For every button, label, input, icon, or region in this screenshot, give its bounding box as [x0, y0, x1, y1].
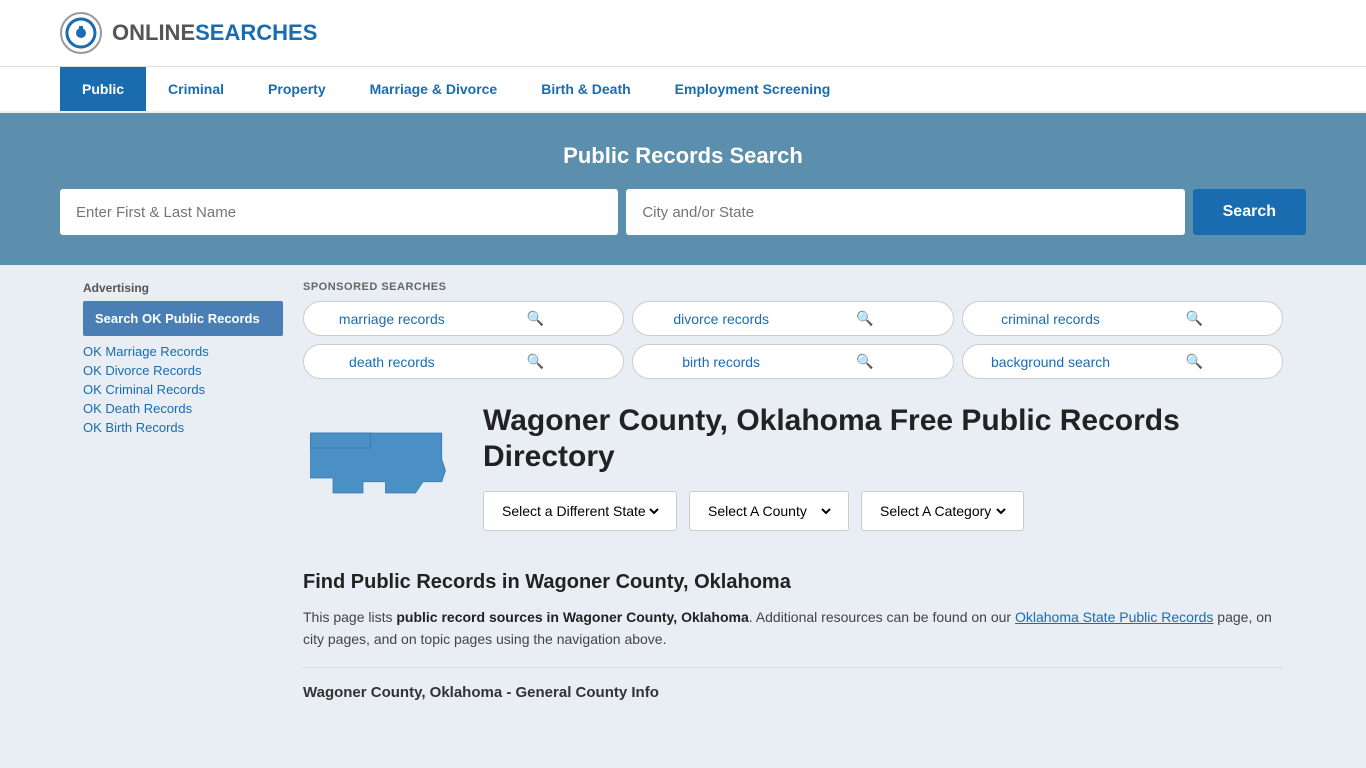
category-select[interactable]: Select A Category — [876, 502, 1009, 520]
nav-property[interactable]: Property — [246, 67, 348, 111]
search-icon-3: 🔍 — [464, 353, 608, 370]
logo: ONLINESEARCHES — [60, 12, 317, 54]
search-icon-4: 🔍 — [793, 353, 937, 370]
sponsored-tag-label-4: birth records — [649, 354, 793, 370]
search-icon-1: 🔍 — [793, 310, 937, 327]
sidebar-link-1[interactable]: OK Divorce Records — [83, 363, 283, 378]
search-bar: Search — [60, 189, 1306, 235]
nav-birth-death[interactable]: Birth & Death — [519, 67, 652, 111]
main-nav: Public Criminal Property Marriage & Divo… — [0, 67, 1366, 113]
hero-section: Public Records Search Search — [0, 113, 1366, 265]
find-title: Find Public Records in Wagoner County, O… — [303, 571, 1283, 594]
county-title: Wagoner County, Oklahoma Free Public Rec… — [483, 403, 1283, 475]
find-text-2: . Additional resources can be found on o… — [749, 609, 1015, 625]
logo-online: ONLINE — [112, 20, 195, 45]
search-icon-0: 🔍 — [464, 310, 608, 327]
sponsored-tag-3[interactable]: death records 🔍 — [303, 344, 624, 379]
main-content: SPONSORED SEARCHES marriage records 🔍 di… — [303, 281, 1283, 701]
sponsored-tag-label-0: marriage records — [320, 311, 464, 327]
sidebar-link-2[interactable]: OK Criminal Records — [83, 382, 283, 397]
sidebar-ad-box[interactable]: Search OK Public Records — [83, 301, 283, 336]
sponsored-tag-label-3: death records — [320, 354, 464, 370]
state-dropdown[interactable]: Select a Different State — [483, 491, 677, 531]
category-dropdown[interactable]: Select A Category — [861, 491, 1024, 531]
sponsored-tag-2[interactable]: criminal records 🔍 — [962, 301, 1283, 336]
sponsored-label: SPONSORED SEARCHES — [303, 281, 1283, 293]
find-records-section: Find Public Records in Wagoner County, O… — [303, 571, 1283, 701]
sponsored-tag-label-1: divorce records — [649, 311, 793, 327]
nav-public[interactable]: Public — [60, 67, 146, 111]
nav-marriage-divorce[interactable]: Marriage & Divorce — [348, 67, 520, 111]
sidebar-link-4[interactable]: OK Birth Records — [83, 420, 283, 435]
search-icon-5: 🔍 — [1122, 353, 1266, 370]
oklahoma-map-svg — [303, 403, 453, 523]
county-dropdown[interactable]: Select A County — [689, 491, 849, 531]
header: ONLINESEARCHES — [0, 0, 1366, 67]
sidebar-link-0[interactable]: OK Marriage Records — [83, 344, 283, 359]
county-section: Wagoner County, Oklahoma Free Public Rec… — [303, 403, 1283, 551]
content-wrapper: Advertising Search OK Public Records OK … — [63, 265, 1303, 717]
sponsored-tag-1[interactable]: divorce records 🔍 — [632, 301, 953, 336]
oklahoma-map — [303, 403, 463, 526]
find-link[interactable]: Oklahoma State Public Records — [1015, 609, 1213, 625]
sponsored-section: SPONSORED SEARCHES marriage records 🔍 di… — [303, 281, 1283, 379]
county-select[interactable]: Select A County — [704, 502, 834, 520]
search-button[interactable]: Search — [1193, 189, 1306, 235]
divider — [303, 667, 1283, 668]
sponsored-tag-label-2: criminal records — [979, 311, 1123, 327]
name-input[interactable] — [60, 189, 618, 235]
find-text-1: This page lists — [303, 609, 396, 625]
sponsored-tag-label-5: background search — [979, 354, 1123, 370]
county-info: Wagoner County, Oklahoma Free Public Rec… — [483, 403, 1283, 551]
advertising-label: Advertising — [83, 281, 283, 295]
sponsored-tag-5[interactable]: background search 🔍 — [962, 344, 1283, 379]
hero-title: Public Records Search — [60, 143, 1306, 169]
nav-criminal[interactable]: Criminal — [146, 67, 246, 111]
search-icon-2: 🔍 — [1122, 310, 1266, 327]
logo-icon — [60, 12, 102, 54]
sidebar-links: OK Marriage Records OK Divorce Records O… — [83, 344, 283, 435]
find-text: This page lists public record sources in… — [303, 606, 1283, 651]
city-input[interactable] — [626, 189, 1184, 235]
logo-text: ONLINESEARCHES — [112, 20, 317, 46]
logo-searches: SEARCHES — [195, 20, 317, 45]
sponsored-tag-4[interactable]: birth records 🔍 — [632, 344, 953, 379]
sidebar: Advertising Search OK Public Records OK … — [83, 281, 283, 701]
general-info-title: Wagoner County, Oklahoma - General Count… — [303, 684, 1283, 701]
sponsored-tag-0[interactable]: marriage records 🔍 — [303, 301, 624, 336]
dropdown-row: Select a Different State Select A County… — [483, 491, 1283, 531]
nav-employment[interactable]: Employment Screening — [653, 67, 853, 111]
state-select[interactable]: Select a Different State — [498, 502, 662, 520]
sponsored-grid: marriage records 🔍 divorce records 🔍 cri… — [303, 301, 1283, 379]
sidebar-link-3[interactable]: OK Death Records — [83, 401, 283, 416]
find-text-bold: public record sources in Wagoner County,… — [396, 609, 748, 625]
